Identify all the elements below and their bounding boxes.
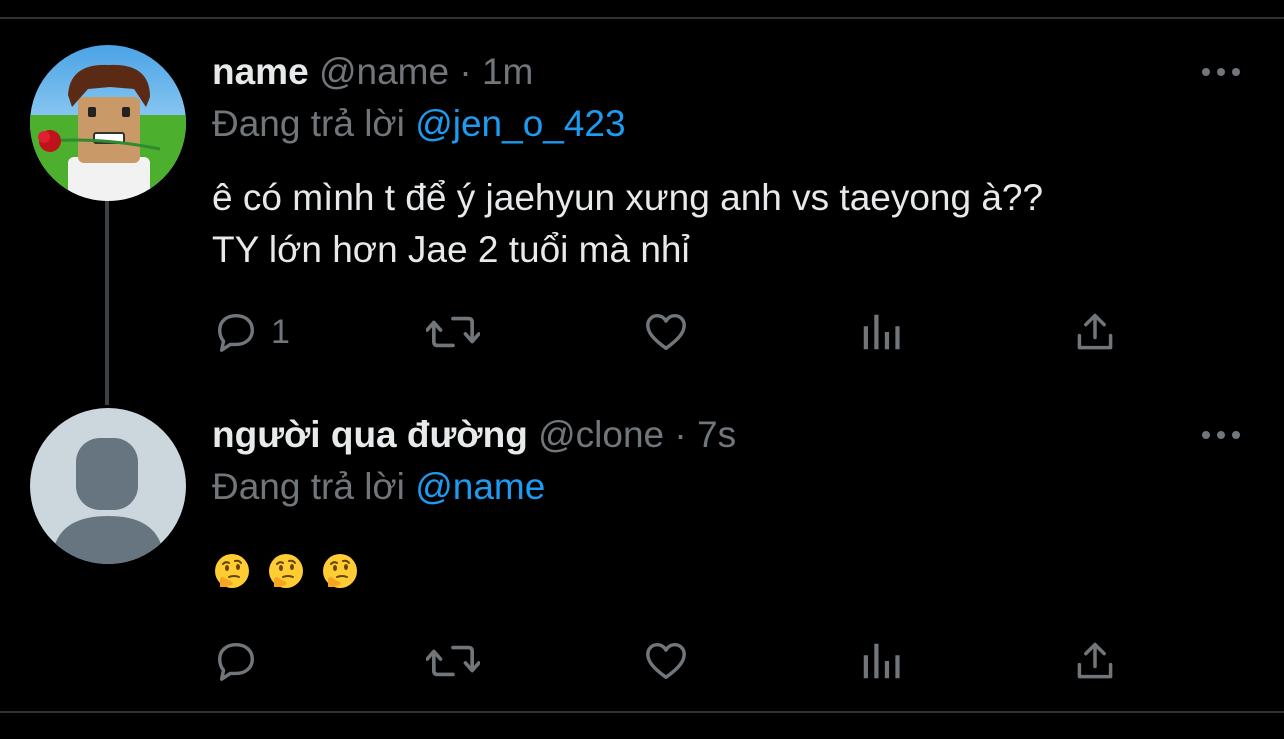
tweet-header: người qua đường @clone · 7s xyxy=(212,415,736,455)
more-icon[interactable] xyxy=(1200,62,1242,82)
retweet-button[interactable] xyxy=(426,631,480,691)
replying-to-mention[interactable]: @name xyxy=(415,466,545,507)
tweet-text-line: ê có mình t để ý jaehyun xưng anh vs tae… xyxy=(212,177,1044,218)
tweet-text-line: TY lớn hơn Jae 2 tuổi mà nhỉ xyxy=(212,229,690,270)
tweet-actions: 1 xyxy=(0,302,1284,362)
share-icon xyxy=(1077,642,1113,679)
more-icon[interactable] xyxy=(1200,425,1242,445)
like-button[interactable] xyxy=(642,302,690,362)
retweet-button[interactable] xyxy=(426,302,480,362)
tweet-actions xyxy=(0,631,1284,691)
reply-count: 1 xyxy=(271,312,290,351)
views-button[interactable] xyxy=(858,631,904,691)
timestamp[interactable]: 7s xyxy=(697,414,736,455)
views-icon xyxy=(863,643,900,679)
tweet-header: name @name · 1m xyxy=(212,52,533,92)
separator-dot: · xyxy=(674,414,687,455)
thinking-face-emoji xyxy=(215,554,249,588)
share-button[interactable] xyxy=(1073,631,1117,691)
separator-dot: · xyxy=(459,51,472,92)
tweet-text: ê có mình t để ý jaehyun xưng anh vs tae… xyxy=(212,172,1232,276)
bottom-divider xyxy=(0,711,1284,713)
share-button[interactable] xyxy=(1073,302,1117,362)
display-name[interactable]: name xyxy=(212,51,309,92)
replying-to: Đang trả lời @name xyxy=(212,467,545,507)
retweet-icon xyxy=(426,316,480,348)
like-button[interactable] xyxy=(642,631,690,691)
replying-to-label: Đang trả lời xyxy=(212,466,405,507)
reply-button[interactable]: 1 xyxy=(213,302,290,362)
reply-button[interactable] xyxy=(213,631,271,691)
thinking-face-emoji xyxy=(269,554,303,588)
replying-to-mention[interactable]: @jen_o_423 xyxy=(415,103,625,144)
views-icon xyxy=(863,314,900,350)
replying-to: Đang trả lời @jen_o_423 xyxy=(212,104,626,144)
thinking-face-emoji xyxy=(323,554,357,588)
reply-icon xyxy=(217,642,255,681)
retweet-icon xyxy=(426,645,480,677)
like-icon xyxy=(646,313,686,351)
handle[interactable]: @name xyxy=(319,51,449,92)
roblox-avatar-image xyxy=(30,45,186,201)
display-name[interactable]: người qua đường xyxy=(212,414,528,455)
reply-icon xyxy=(217,313,255,352)
share-icon xyxy=(1077,313,1113,350)
avatar[interactable] xyxy=(30,45,186,201)
like-icon xyxy=(646,642,686,680)
timestamp[interactable]: 1m xyxy=(482,51,533,92)
views-button[interactable] xyxy=(858,302,904,362)
tweet-emojis xyxy=(212,551,360,595)
replying-to-label: Đang trả lời xyxy=(212,103,405,144)
top-divider xyxy=(0,17,1284,19)
avatar[interactable] xyxy=(30,408,186,564)
handle[interactable]: @clone xyxy=(538,414,664,455)
default-profile-avatar-image xyxy=(30,408,186,564)
